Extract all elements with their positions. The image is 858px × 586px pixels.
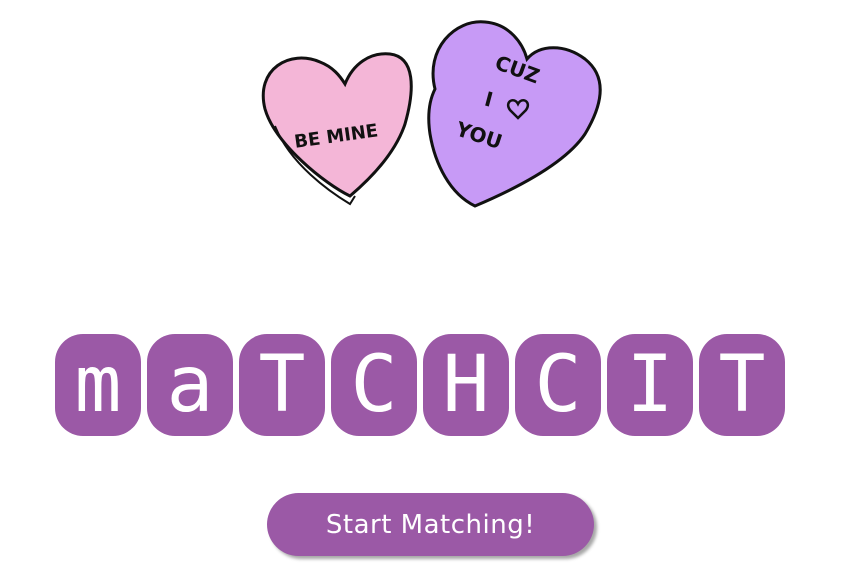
title-letter-tile: T [239,334,325,436]
app-title: m a T C H C I T [55,334,785,436]
title-letter-tile: T [699,334,785,436]
title-letter-tile: C [515,334,601,436]
pink-heart-image: BE MINE [261,52,413,206]
title-letter-tile: C [331,334,417,436]
title-letter-tile: I [607,334,693,436]
title-letter-tile: m [55,334,141,436]
title-letter-tile: H [423,334,509,436]
title-letter-tile: a [147,334,233,436]
purple-heart-image: CUZ I YOU [427,20,602,208]
start-matching-button[interactable]: Start Matching! [267,493,594,556]
candy-hearts-illustration: BE MINE CUZ I YOU [255,14,615,214]
